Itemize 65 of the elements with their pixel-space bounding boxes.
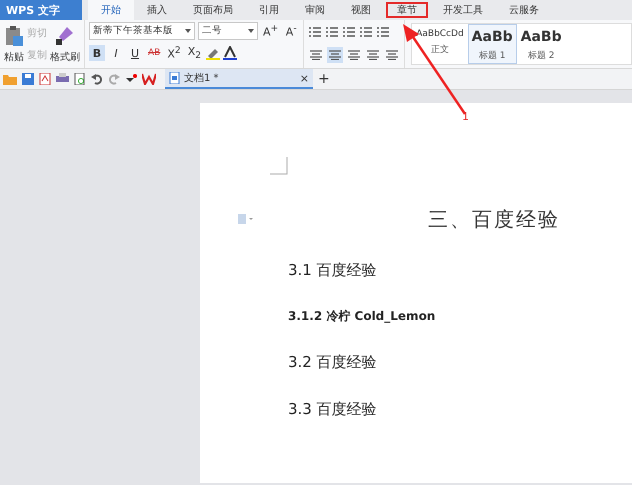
ribbon-tab[interactable]: 插入 (134, 0, 180, 20)
ribbon-tab[interactable]: 开发工具 (430, 0, 496, 20)
style-sample: AaBbCcDd (416, 29, 464, 39)
ribbon-tab[interactable]: 云服务 (496, 0, 552, 20)
style-option[interactable]: AaBb 标题 1 (468, 24, 517, 64)
close-tab-button[interactable]: × (300, 72, 309, 84)
ribbon-tab[interactable]: 章节 (384, 0, 430, 20)
document-tab[interactable]: 文档1 * × (165, 69, 313, 89)
annotation-number: 1 (462, 110, 469, 123)
align-button[interactable] (327, 47, 344, 63)
style-option[interactable]: AaBbCcDd 正文 (412, 24, 468, 64)
ribbon-tab[interactable]: 开始 (88, 0, 134, 20)
list-icon (376, 26, 390, 38)
font-style-button[interactable]: AB (146, 45, 162, 61)
style-label: 标题 2 (528, 50, 554, 62)
clipboard-icon (4, 24, 24, 46)
app-menu-button[interactable]: WPS 文字 (0, 0, 82, 20)
folder-icon (3, 73, 17, 85)
new-tab-button[interactable]: + (318, 71, 330, 87)
ribbon-tab[interactable]: 页面布局 (180, 0, 246, 20)
format-painter-button[interactable]: 格式刷 (50, 24, 80, 64)
preview-icon (74, 73, 86, 85)
margin-corner-mark (270, 157, 288, 175)
font-color-icon (223, 46, 238, 60)
font-style-button[interactable]: I (108, 45, 124, 61)
font-size-field[interactable]: 二号 (198, 22, 258, 40)
document-heading: 3.1.2 冷柠 Cold_Lemon (288, 308, 436, 325)
undo-icon (91, 73, 103, 85)
style-sample: AaBb (520, 29, 562, 45)
document-heading: 三、百度经验 (428, 206, 560, 233)
document-icon (238, 214, 254, 224)
font-style-button[interactable]: U (127, 45, 143, 61)
document-icon (169, 72, 180, 84)
list-icon (342, 26, 356, 38)
ribbon-tab[interactable]: 引用 (246, 0, 292, 20)
ribbon-tab[interactable]: 审阅 (292, 0, 338, 20)
font-name-field[interactable]: 新蒂下午茶基本版 (89, 22, 195, 40)
document-heading: 3.3 百度经验 (288, 400, 378, 419)
style-label: 标题 1 (478, 50, 506, 62)
font-style-button[interactable]: X$^{2}$ (165, 45, 183, 61)
highlight-icon (206, 46, 220, 60)
style-option[interactable]: AaBb 标题 2 (516, 24, 566, 64)
redo-icon (108, 73, 120, 85)
save-icon (22, 73, 34, 85)
ribbon-tab[interactable]: 视图 (338, 0, 384, 20)
font-size-step-button[interactable]: A$^{+}$ (261, 23, 280, 39)
document-heading: 3.1 百度经验 (288, 261, 378, 280)
font-size-step-button[interactable]: A$^{-}$ (283, 23, 300, 39)
paste-button[interactable]: 粘贴 (4, 24, 24, 64)
font-style-button[interactable]: B (89, 45, 105, 61)
document-heading: 3.2 百度经验 (288, 353, 378, 372)
print-icon (56, 73, 69, 85)
caret-icon (248, 29, 254, 33)
list-icon (325, 26, 340, 38)
dropdown-icon (125, 73, 137, 85)
caret-icon (185, 29, 191, 33)
pdf-icon (39, 73, 51, 85)
list-icon (359, 26, 374, 38)
brush-icon (55, 24, 75, 46)
font-style-button[interactable]: X$_{2}$ (186, 45, 204, 61)
w-logo-icon (142, 73, 156, 85)
document-tab-title: 文档1 * (184, 72, 220, 85)
list-icon (308, 26, 322, 38)
style-sample: AaBb (472, 29, 513, 45)
style-label: 正文 (430, 44, 449, 56)
